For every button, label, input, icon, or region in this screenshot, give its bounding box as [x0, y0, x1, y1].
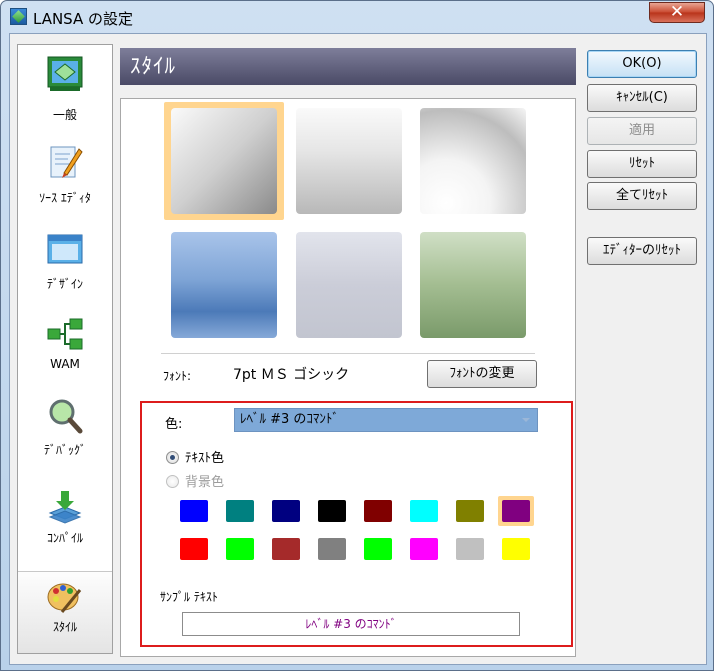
color-swatch[interactable] — [226, 500, 254, 522]
sidebar-item-label: ﾃﾞｻﾞｲﾝ — [46, 277, 83, 291]
compile-icon — [48, 491, 82, 524]
style-tile-light-gradient[interactable] — [296, 108, 402, 214]
settings-window: LANSA の設定 ✕ 一般 ｿｰｽ ｴﾃﾞｨﾀ ﾃﾞｻﾞｲﾝ WAM ﾃﾞﾊﾞ… — [0, 0, 714, 671]
sidebar-item-label: ｿｰｽ ｴﾃﾞｨﾀ — [39, 191, 91, 205]
sample-text-label: ｻﾝﾌﾟﾙ ﾃｷｽﾄ — [160, 590, 218, 604]
lansa-app-icon — [10, 8, 27, 25]
debug-icon — [49, 399, 83, 434]
style-tile-silver-gradient[interactable] — [171, 108, 277, 214]
sidebar-item-compile[interactable]: ｺﾝﾊﾟｲﾙ — [18, 485, 112, 565]
reset-all-button[interactable]: 全てﾘｾｯﾄ — [587, 182, 697, 210]
general-icon — [47, 56, 83, 91]
sidebar-item-source-editor[interactable]: ｿｰｽ ｴﾃﾞｨﾀ — [18, 139, 112, 219]
background-color-radio[interactable]: 背景色 — [166, 471, 224, 490]
style-tile-blue[interactable] — [171, 232, 277, 338]
chevron-down-icon — [522, 418, 530, 422]
element-color-select[interactable]: ﾚﾍﾞﾙ #3 のｺﾏﾝﾄﾞ — [234, 408, 538, 432]
title-bar[interactable]: LANSA の設定 ✕ — [1, 1, 713, 33]
color-swatch[interactable] — [502, 538, 530, 560]
sidebar-item-design[interactable]: ﾃﾞｻﾞｲﾝ — [18, 227, 112, 307]
page-title: ｽﾀｲﾙ — [120, 48, 576, 85]
color-swatch[interactable] — [318, 538, 346, 560]
divider — [161, 353, 535, 354]
sidebar-nav: 一般 ｿｰｽ ｴﾃﾞｨﾀ ﾃﾞｻﾞｲﾝ WAM ﾃﾞﾊﾞｯｸﾞ ｺﾝﾊﾟｲﾙ ｽ… — [17, 44, 113, 654]
sidebar-item-wam[interactable]: WAM — [18, 313, 112, 393]
sidebar-item-label: WAM — [50, 357, 80, 371]
background-color-radio-label: 背景色 — [185, 475, 225, 490]
style-tile-lavender-gray[interactable] — [296, 232, 402, 338]
reset-button[interactable]: ﾘｾｯﾄ — [587, 150, 697, 178]
style-content-panel: ﾌｫﾝﾄ: 7pt ＭＳ ゴシック ﾌｫﾝﾄの変更 色: ﾚﾍﾞﾙ #3 のｺﾏ… — [120, 98, 576, 657]
dialog-client-area: 一般 ｿｰｽ ｴﾃﾞｨﾀ ﾃﾞｻﾞｲﾝ WAM ﾃﾞﾊﾞｯｸﾞ ｺﾝﾊﾟｲﾙ ｽ… — [9, 33, 707, 665]
color-swatch[interactable] — [410, 500, 438, 522]
sidebar-item-general[interactable]: 一般 — [18, 51, 112, 131]
sidebar-item-label: 一般 — [52, 108, 77, 122]
window-title: LANSA の設定 — [33, 10, 134, 28]
color-swatch[interactable] — [180, 500, 208, 522]
wam-icon — [47, 318, 83, 350]
design-icon — [47, 234, 83, 264]
reset-editor-button[interactable]: ｴﾃﾞｨﾀｰのﾘｾｯﾄ — [587, 237, 697, 265]
text-color-radio[interactable]: ﾃｷｽﾄ色 — [166, 447, 224, 466]
font-label: ﾌｫﾝﾄ: — [163, 369, 192, 383]
style-icon — [47, 583, 82, 613]
sidebar-item-label: ﾃﾞﾊﾞｯｸﾞ — [43, 443, 86, 457]
color-swatch[interactable] — [410, 538, 438, 560]
color-swatch[interactable] — [318, 500, 346, 522]
sidebar-item-debug[interactable]: ﾃﾞﾊﾞｯｸﾞ — [18, 397, 112, 477]
sample-text-preview: ﾚﾍﾞﾙ #3 のｺﾏﾝﾄﾞ — [182, 612, 520, 636]
source-editor-icon — [50, 146, 83, 178]
ok-button[interactable]: OK(O) — [587, 50, 697, 78]
change-font-button[interactable]: ﾌｫﾝﾄの変更 — [427, 360, 537, 388]
apply-button[interactable]: 適用 — [587, 117, 697, 145]
color-swatch[interactable] — [272, 538, 300, 560]
font-value: 7pt ＭＳ ゴシック — [233, 367, 350, 383]
color-settings-group: 色: ﾚﾍﾞﾙ #3 のｺﾏﾝﾄﾞ ﾃｷｽﾄ色 背景色 ｻﾝﾌﾟﾙ ﾃｷｽﾄ ﾚ… — [140, 401, 573, 647]
color-swatch[interactable] — [502, 500, 530, 522]
text-color-radio-label: ﾃｷｽﾄ色 — [185, 451, 225, 466]
close-button[interactable]: ✕ — [649, 2, 705, 23]
style-tile-radial-gradient[interactable] — [420, 108, 526, 214]
color-swatch[interactable] — [456, 538, 484, 560]
color-swatch[interactable] — [226, 538, 254, 560]
color-swatch[interactable] — [456, 500, 484, 522]
radio-selected-icon — [166, 451, 179, 464]
color-swatch[interactable] — [364, 500, 392, 522]
sidebar-item-label: ｺﾝﾊﾟｲﾙ — [46, 531, 83, 545]
color-swatch[interactable] — [272, 500, 300, 522]
cancel-button[interactable]: ｷｬﾝｾﾙ(C) — [587, 84, 697, 112]
color-label: 色: — [165, 417, 183, 432]
color-swatch[interactable] — [180, 538, 208, 560]
element-color-select-value: ﾚﾍﾞﾙ #3 のｺﾏﾝﾄﾞ — [240, 412, 339, 427]
radio-unselected-icon — [166, 475, 179, 488]
sample-text: ﾚﾍﾞﾙ #3 のｺﾏﾝﾄﾞ — [305, 617, 397, 631]
sidebar-item-label: ｽﾀｲﾙ — [52, 620, 77, 634]
sidebar-item-style[interactable]: ｽﾀｲﾙ — [18, 571, 112, 653]
color-swatch[interactable] — [364, 538, 392, 560]
style-tile-green[interactable] — [420, 232, 526, 338]
